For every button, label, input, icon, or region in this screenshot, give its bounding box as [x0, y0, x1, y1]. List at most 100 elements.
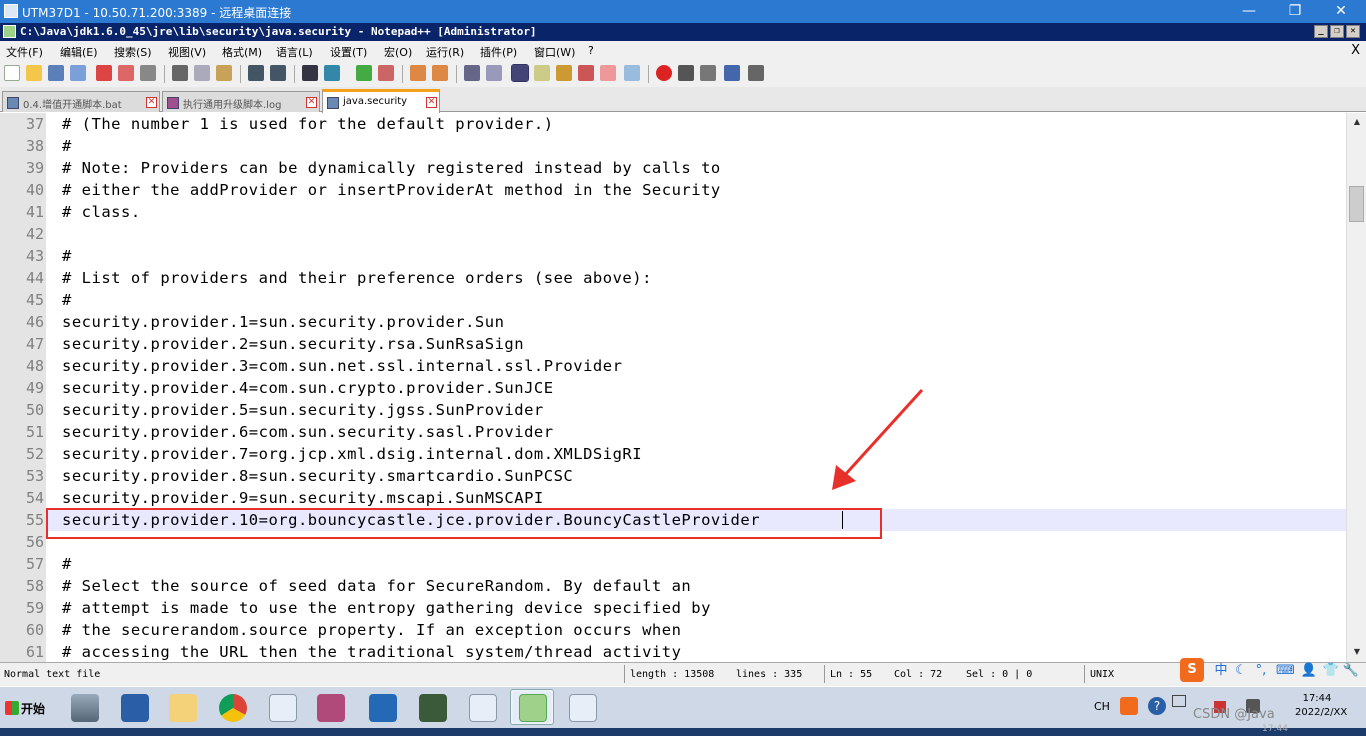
menu-window[interactable]: 窗口(W): [534, 44, 575, 60]
code-line[interactable]: # Select the source of seed data for Sec…: [62, 575, 691, 597]
menu-edit[interactable]: 编辑(E): [60, 44, 98, 60]
tab-java-security[interactable]: java.security ✕: [322, 89, 440, 113]
code-line[interactable]: # Note: Providers can be dynamically reg…: [62, 157, 721, 179]
code-line[interactable]: security.provider.9=sun.security.mscapi.…: [62, 487, 544, 509]
sync-horizontal-icon[interactable]: [432, 65, 448, 81]
find-icon[interactable]: [302, 65, 318, 81]
close-all-icon[interactable]: [118, 65, 134, 81]
taskbar-chrome[interactable]: [210, 689, 254, 725]
close-tab-icon[interactable]: ✕: [426, 97, 437, 108]
vertical-scrollbar[interactable]: ▲ ▼: [1346, 113, 1366, 662]
moon-icon[interactable]: ☾: [1232, 662, 1250, 680]
menu-run[interactable]: 运行(R): [426, 44, 464, 60]
word-wrap-icon[interactable]: [464, 65, 480, 81]
taskbar-network[interactable]: [360, 689, 404, 725]
code-line[interactable]: # either the addProvider or insertProvid…: [62, 179, 721, 201]
menu-file[interactable]: 文件(F): [6, 44, 43, 60]
code-line[interactable]: #: [62, 135, 72, 157]
restore-button[interactable]: ❐: [1272, 2, 1318, 22]
menu-plugins[interactable]: 插件(P): [480, 44, 517, 60]
menu-help[interactable]: ?: [588, 44, 594, 57]
taskbar-server-manager[interactable]: [62, 689, 106, 725]
show-all-chars-icon[interactable]: [486, 65, 502, 81]
indent-guide-icon[interactable]: [511, 64, 529, 82]
doc-map-icon[interactable]: [556, 65, 572, 81]
taskbar-explorer[interactable]: [160, 689, 204, 725]
menu-search[interactable]: 搜索(S): [114, 44, 152, 60]
print-icon[interactable]: [140, 65, 156, 81]
code-line[interactable]: # accessing the URL then the traditional…: [62, 641, 681, 662]
code-line[interactable]: security.provider.1=sun.security.provide…: [62, 311, 504, 333]
taskbar-java-1[interactable]: [260, 689, 304, 725]
skin-icon[interactable]: 👕: [1322, 662, 1340, 680]
np-minimize-button[interactable]: _: [1314, 25, 1328, 38]
close-button[interactable]: ✕: [1318, 2, 1364, 22]
folder-workspace-icon[interactable]: [600, 65, 616, 81]
minimize-button[interactable]: —: [1226, 2, 1272, 22]
code-line[interactable]: # attempt is made to use the entropy gat…: [62, 597, 711, 619]
menu-settings[interactable]: 设置(T): [330, 44, 367, 60]
close-file-icon[interactable]: [96, 65, 112, 81]
save-macro-icon[interactable]: [748, 65, 764, 81]
taskbar-notepadpp[interactable]: [510, 689, 554, 725]
run-macro-multiple-icon[interactable]: [724, 65, 740, 81]
tab-log-file[interactable]: 执行通用升级脚本.log ✕: [162, 91, 320, 112]
code-line[interactable]: #: [62, 245, 72, 267]
scroll-down-icon[interactable]: ▼: [1349, 645, 1365, 659]
scroll-up-icon[interactable]: ▲: [1349, 115, 1365, 129]
menu-view[interactable]: 视图(V): [168, 44, 206, 60]
function-list-icon[interactable]: [578, 65, 594, 81]
play-macro-icon[interactable]: [700, 65, 716, 81]
punctuation-icon[interactable]: °,: [1252, 662, 1270, 680]
taskbar-java-2[interactable]: [460, 689, 504, 725]
tab-bat-file[interactable]: 0.4.增值开通脚本.bat ✕: [2, 91, 160, 112]
code-line[interactable]: security.provider.8=sun.security.smartca…: [62, 465, 573, 487]
copy-icon[interactable]: [194, 65, 210, 81]
code-line[interactable]: #: [62, 289, 72, 311]
code-line[interactable]: # the securerandom.source property. If a…: [62, 619, 681, 641]
save-icon[interactable]: [48, 65, 64, 81]
editor-area[interactable]: 37 38 39 40 41 42 43 44 45 46 47 48 49 50 51 52 53 54 55 56…: [0, 113, 1346, 662]
zoom-out-icon[interactable]: [378, 65, 394, 81]
monitoring-icon[interactable]: [624, 65, 640, 81]
code-line[interactable]: security.provider.6=com.sun.security.sas…: [62, 421, 554, 443]
close-tab-icon[interactable]: ✕: [146, 97, 157, 108]
help-icon[interactable]: ?: [1148, 697, 1166, 715]
user-icon[interactable]: 👤: [1300, 662, 1318, 680]
scroll-thumb[interactable]: [1349, 186, 1364, 222]
sogou-tray-icon[interactable]: [1120, 697, 1138, 715]
taskbar-powershell[interactable]: [112, 689, 156, 725]
code-line[interactable]: # List of providers and their preference…: [62, 267, 652, 289]
stop-macro-icon[interactable]: [678, 65, 694, 81]
undo-icon[interactable]: [248, 65, 264, 81]
udl-icon[interactable]: [534, 65, 550, 81]
tools-icon[interactable]: 🔧: [1342, 662, 1360, 680]
taskbar-terminal[interactable]: [410, 689, 454, 725]
clock[interactable]: 17:44 2022/2/XX: [1295, 692, 1347, 720]
eol-format[interactable]: UNIX: [1090, 669, 1114, 680]
code-line[interactable]: security.provider.5=sun.security.jgss.Su…: [62, 399, 544, 421]
code-line[interactable]: security.provider.2=sun.security.rsa.Sun…: [62, 333, 524, 355]
sync-vertical-icon[interactable]: [410, 65, 426, 81]
save-all-icon[interactable]: [70, 65, 86, 81]
cut-icon[interactable]: [172, 65, 188, 81]
np-restore-button[interactable]: ❐: [1330, 25, 1344, 38]
new-file-icon[interactable]: [4, 65, 20, 81]
replace-icon[interactable]: [324, 65, 340, 81]
taskbar-java-3[interactable]: [560, 689, 604, 725]
input-language[interactable]: CH: [1094, 700, 1110, 713]
sogou-logo-icon[interactable]: S: [1180, 658, 1204, 682]
redo-icon[interactable]: [270, 65, 286, 81]
open-file-icon[interactable]: [26, 65, 42, 81]
menu-format[interactable]: 格式(M): [222, 44, 262, 60]
close-tab-icon[interactable]: ✕: [306, 97, 317, 108]
ime-mode[interactable]: 中: [1212, 662, 1230, 680]
display-icon[interactable]: [1172, 695, 1186, 707]
code-line[interactable]: security.provider.7=org.jcp.xml.dsig.int…: [62, 443, 642, 465]
zoom-in-icon[interactable]: [356, 65, 372, 81]
code-line[interactable]: security.provider.3=com.sun.net.ssl.inte…: [62, 355, 622, 377]
np-close-button[interactable]: ✕: [1346, 25, 1360, 38]
record-macro-icon[interactable]: [656, 65, 672, 81]
code-line[interactable]: #: [62, 553, 72, 575]
code-line[interactable]: # (The number 1 is used for the default …: [62, 113, 554, 135]
